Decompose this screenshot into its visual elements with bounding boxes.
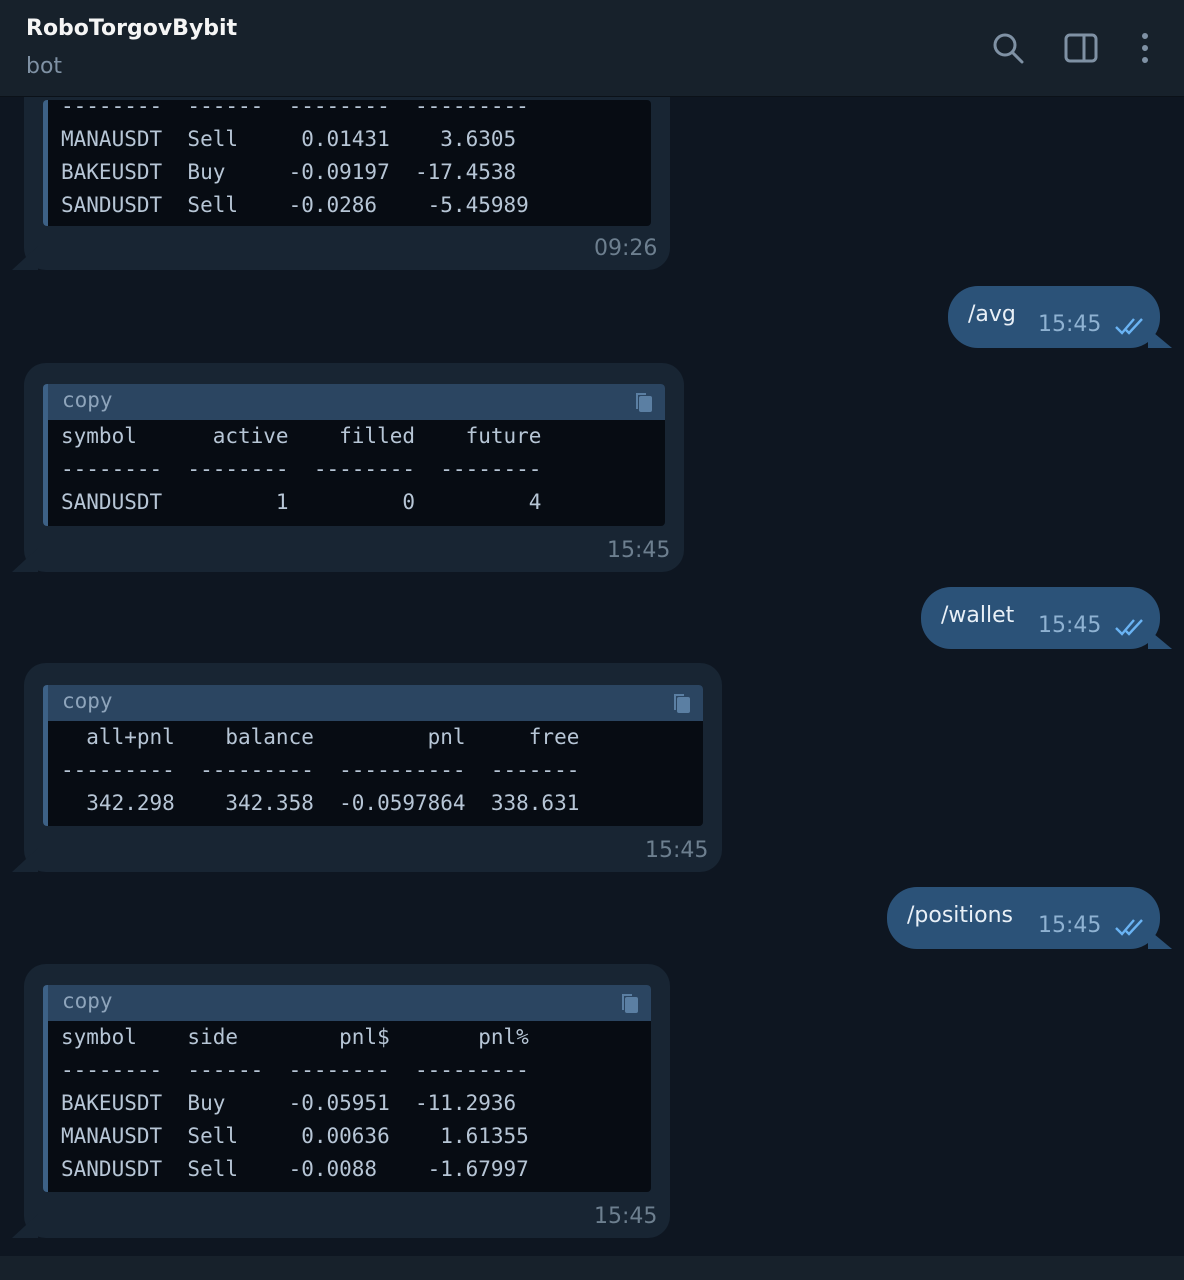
code-line: SANDUSDT Sell -0.0286 -5.45989 [61,193,529,217]
code-line: symbol side pnl$ pnl% [61,1025,529,1049]
message-time: 15:45 [645,838,709,863]
code-copy-label[interactable]: copy [62,388,113,412]
copy-icon[interactable] [633,390,655,414]
code-block[interactable]: -------- ------ -------- --------- MANAU… [43,100,651,226]
message-time: 15:45 [594,1204,658,1229]
code-block[interactable]: copy all+pnl balance pnl free --------- … [43,685,703,826]
message-bubble-outgoing: /avg 15:45 [948,286,1160,348]
message-time: 15:45 [607,538,671,563]
code-block-header: copy [48,384,665,420]
message-text: /wallet [941,603,1015,628]
sidebar-toggle-icon[interactable] [1063,30,1099,66]
message-text: /avg [968,302,1016,327]
chat-subtitle: bot [26,54,63,79]
code-line: MANAUSDT Sell 0.01431 3.6305 [61,127,517,151]
message-bubble-outgoing: /wallet 15:45 [921,587,1160,649]
message-time: 15:45 [1038,613,1102,638]
message-bubble-outgoing: /positions 15:45 [887,887,1160,949]
message-bubble-incoming: copy symbol active filled future -------… [24,363,684,572]
composer-bar [0,1256,1184,1280]
double-check-icon [1114,316,1148,336]
code-line: -------- -------- -------- -------- [61,457,542,481]
message-bubble-incoming: copy symbol side pnl$ pnl% -------- ----… [24,964,670,1238]
code-line: SANDUSDT 1 0 4 [61,490,542,514]
message-time: 15:45 [1038,312,1102,337]
code-block[interactable]: copy symbol side pnl$ pnl% -------- ----… [43,985,651,1192]
double-check-icon [1114,617,1148,637]
code-line: SANDUSDT Sell -0.0088 -1.67997 [61,1157,529,1181]
message-time: 15:45 [1038,913,1102,938]
message-bubble-incoming: copy all+pnl balance pnl free --------- … [24,663,722,872]
message-time: 09:26 [594,236,658,261]
code-line: symbol active filled future [61,424,542,448]
code-copy-label[interactable]: copy [62,689,113,713]
message-bubble-incoming: -------- ------ -------- --------- MANAU… [24,70,670,270]
code-line: BAKEUSDT Buy -0.05951 -11.2936 [61,1091,517,1115]
code-line: --------- --------- ---------- ------- [61,758,580,782]
code-block-header: copy [48,685,703,721]
chat-header: RoboTorgovBybit bot [0,0,1184,97]
copy-icon[interactable] [619,991,641,1015]
code-line: -------- ------ -------- --------- [61,100,529,118]
copy-icon[interactable] [671,691,693,715]
code-block-header: copy [48,985,651,1021]
code-line: -------- ------ -------- --------- [61,1058,529,1082]
code-line: MANAUSDT Sell 0.00636 1.61355 [61,1124,529,1148]
search-icon[interactable] [990,30,1026,66]
more-vertical-icon[interactable] [1127,30,1163,66]
message-text: /positions [907,903,1014,928]
code-copy-label[interactable]: copy [62,989,113,1013]
chat-title[interactable]: RoboTorgovBybit [26,16,237,41]
code-line: BAKEUSDT Buy -0.09197 -17.4538 [61,160,517,184]
code-line: 342.298 342.358 -0.0597864 338.631 [61,791,580,815]
code-line: all+pnl balance pnl free [61,725,580,749]
double-check-icon [1114,917,1148,937]
code-block[interactable]: copy symbol active filled future -------… [43,384,665,526]
